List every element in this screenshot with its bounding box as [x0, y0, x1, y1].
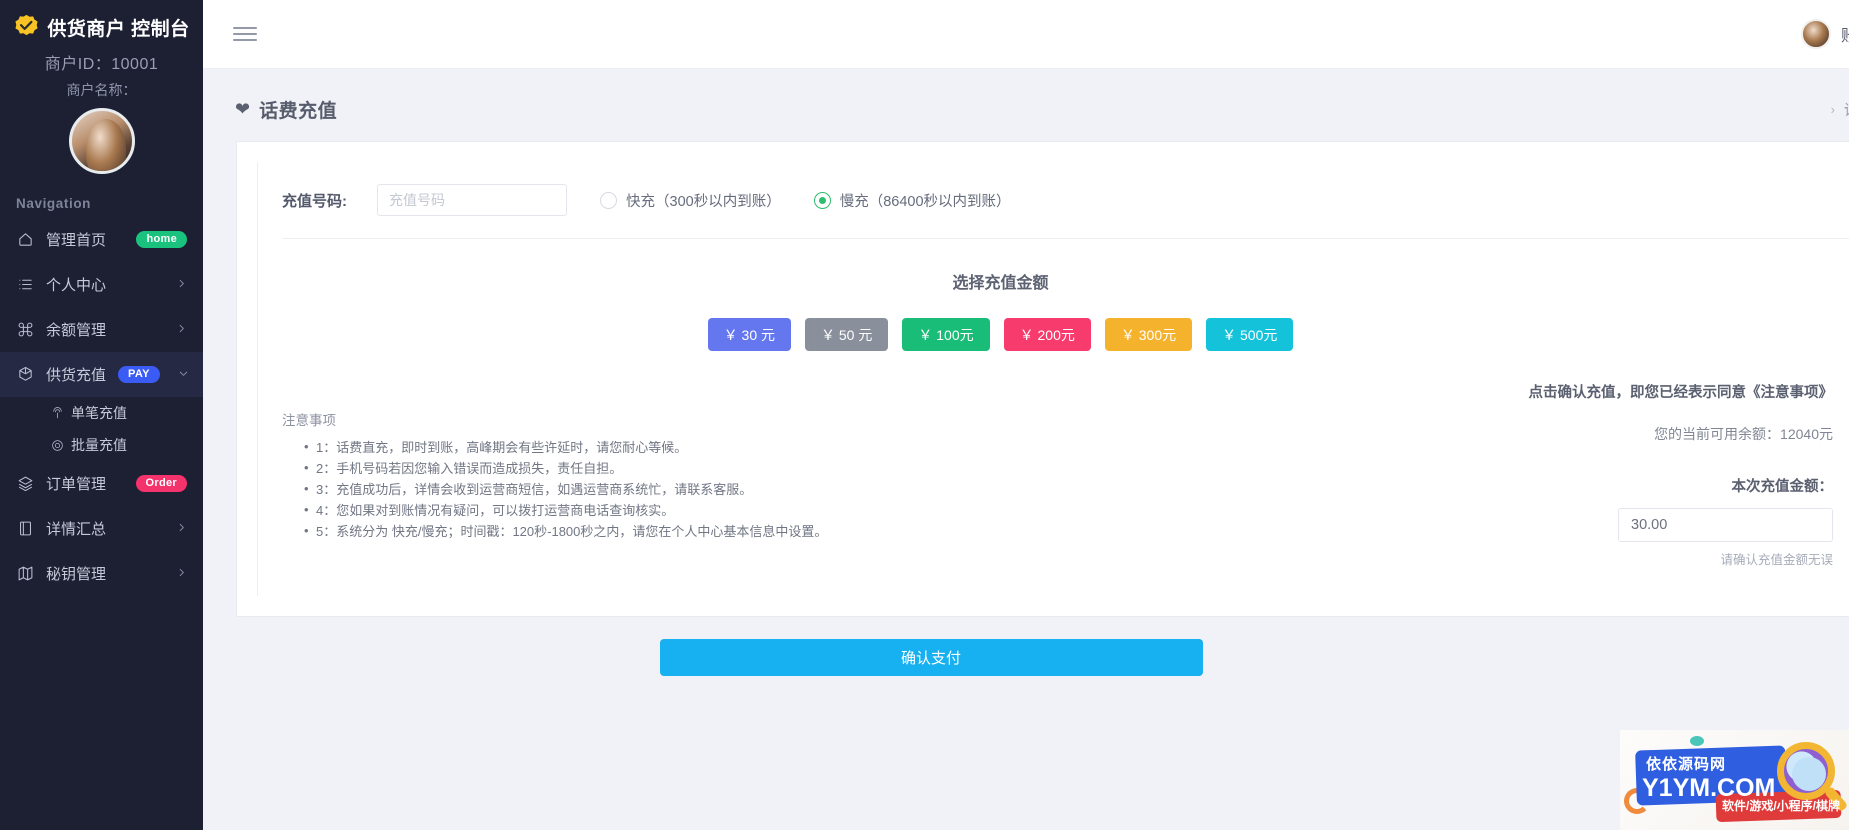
- topbar: 账户信: [203, 0, 1849, 69]
- sidebar-item-detail-summary[interactable]: 详情汇总: [0, 506, 203, 551]
- payment-summary: 点击确认充值，即您已经表示同意《注意事项》 您的当前可用余额：12040元 本次…: [1363, 381, 1849, 568]
- hamburger-icon[interactable]: [233, 23, 257, 45]
- list-item: 3：充值成功后，详情会收到运营商短信，如遇运营商系统忙，请联系客服。: [304, 478, 1042, 500]
- brand-title: 供货商户 控制台: [47, 18, 190, 40]
- chevron-right-icon: [176, 522, 187, 536]
- amount-section-title: 选择充值金额: [952, 275, 1049, 292]
- watermark-line3: 软件/游戏/小程序/棋牌: [1722, 799, 1841, 813]
- watermark-deco-dot: [1690, 736, 1704, 746]
- sidebar-item-label: 秘钥管理: [46, 566, 107, 583]
- list-item: 5：系统分为 快充/慢充；时间戳：120秒-1800秒之内，请您在个人中心基本信…: [304, 520, 1042, 542]
- speed-option-label: 慢充（86400秒以内到账）: [839, 193, 1011, 210]
- sidebar-item-home[interactable]: 管理首页 home: [0, 217, 203, 262]
- book-icon: [16, 520, 34, 538]
- sidebar-item-label: 详情汇总: [46, 521, 107, 538]
- chevron-right-icon: [176, 323, 187, 337]
- list-item: 1：话费直充，即时到账，高峰期会有些许延时，请您耐心等候。: [304, 436, 1042, 458]
- topbar-avatar[interactable]: [1800, 19, 1831, 49]
- avatar[interactable]: [68, 108, 135, 174]
- sidebar: 供货商户 控制台 商户ID：10001 商户名称： Navigation 管理首…: [0, 0, 203, 830]
- sidebar-subitem-label: 批量充值: [71, 437, 127, 453]
- sidebar-item-key-management[interactable]: 秘钥管理: [0, 551, 203, 596]
- list-item: 2：手机号码若因您输入错误而造成损失，责任自担。: [304, 457, 1042, 479]
- list-icon: [16, 276, 34, 294]
- bottom-area: 注意事项 1：话费直充，即时到账，高峰期会有些许延时，请您耐心等候。 2：手机号…: [258, 351, 1849, 596]
- layers-icon: [16, 475, 34, 493]
- watermark: 依依源码网 Y1YM.COM 软件/游戏/小程序/棋牌: [1620, 730, 1849, 830]
- chevron-down-icon: [178, 368, 189, 382]
- box-icon: [16, 366, 34, 384]
- sidebar-item-label: 订单管理: [46, 476, 107, 493]
- target-icon: [50, 438, 64, 452]
- speed-option-slow[interactable]: 慢充（86400秒以内到账）: [813, 190, 1011, 211]
- notice-block: 注意事项 1：话费直充，即时到账，高峰期会有些许延时，请您耐心等候。 2：手机号…: [282, 381, 1042, 568]
- recharge-amount-input[interactable]: [1618, 508, 1833, 542]
- speed-option-fast[interactable]: 快充（300秒以内到账）: [600, 190, 781, 211]
- sidebar-item-orders[interactable]: 订单管理 Order: [0, 461, 203, 506]
- radio-slow[interactable]: [813, 191, 831, 209]
- notice-title: 注意事项: [282, 413, 336, 428]
- amount-button-500[interactable]: ￥ 500元: [1206, 318, 1294, 351]
- heart-icon: ❤: [235, 99, 251, 119]
- page-title: ❤ 话费充值: [235, 96, 337, 123]
- sidebar-item-label: 个人中心: [46, 277, 107, 294]
- amount-button-50[interactable]: ￥ 50 元: [805, 318, 889, 351]
- submit-wrap: 确认支付: [203, 617, 1849, 676]
- sidebar-subitem-batch-recharge[interactable]: 批量充值: [0, 429, 203, 461]
- sidebar-item-personal-center[interactable]: 个人中心: [0, 262, 203, 307]
- phone-form-row: 充值号码: 快充（300秒以内到账） 慢充（86400秒以内到账）: [258, 162, 1849, 238]
- phone-label: 充值号码:: [282, 192, 347, 210]
- status-badge: home: [136, 231, 187, 248]
- amount-button-300[interactable]: ￥ 300元: [1104, 318, 1193, 351]
- recharge-amount-label: 本次充值金额：: [1731, 479, 1834, 495]
- home-icon: [16, 231, 34, 249]
- merchant-name: 商户名称：: [66, 82, 137, 98]
- amount-button-200[interactable]: ￥ 200元: [1003, 318, 1091, 351]
- chevron-right-icon: ›: [1830, 101, 1835, 117]
- map-icon: [16, 565, 34, 583]
- radio-fast[interactable]: [600, 191, 617, 209]
- brand-logo-icon: [13, 14, 40, 41]
- amount-buttons: ￥ 30 元 ￥ 50 元 ￥ 100元 ￥ 200元 ￥ 300元 ￥ 500…: [203, 293, 1849, 351]
- chevron-right-icon: [176, 567, 187, 581]
- breadcrumb-current: 话费充: [1844, 99, 1849, 120]
- sidebar-item-label: 管理首页: [46, 232, 107, 249]
- sidebar-item-balance[interactable]: 余额管理: [0, 307, 203, 352]
- sidebar-item-label: 供货充值: [46, 367, 107, 384]
- list-item: 4：您如果对到账情况有疑问，可以拨打运营商电话查询核实。: [304, 499, 1042, 521]
- broadcast-icon: [50, 406, 64, 420]
- recharge-panel: 充值号码: 快充（300秒以内到账） 慢充（86400秒以内到账） 选择充值金额…: [257, 162, 1849, 596]
- speed-option-label: 快充（300秒以内到账）: [626, 193, 781, 210]
- nav-section-label: Navigation: [16, 196, 92, 211]
- confirm-payment-button[interactable]: 确认支付: [659, 639, 1203, 676]
- merchant-id: 商户ID：10001: [44, 56, 159, 73]
- notice-list: 1：话费直充，即时到账，高峰期会有些许延时，请您耐心等候。 2：手机号码若因您输…: [282, 436, 1042, 542]
- page-head: ❤ 话费充值 › 话费充: [203, 69, 1849, 127]
- topbar-user-area[interactable]: 账户信: [1800, 19, 1849, 49]
- sidebar-avatar-wrap: [0, 108, 203, 174]
- phone-input[interactable]: [377, 184, 567, 216]
- brand[interactable]: 供货商户 控制台: [0, 0, 203, 42]
- sidebar-item-supply-recharge[interactable]: 供货充值 PAY: [0, 352, 203, 397]
- recharge-card: 充值号码: 快充（300秒以内到账） 慢充（86400秒以内到账） 选择充值金额…: [236, 141, 1849, 617]
- status-badge: Order: [135, 475, 187, 492]
- amount-button-30[interactable]: ￥ 30 元: [707, 318, 791, 351]
- chevron-right-icon: [176, 278, 187, 292]
- main-area: 账户信 ❤ 话费充值 › 话费充 充值号码: 快充（300秒以内到账）: [203, 0, 1849, 830]
- page-title-text: 话费充值: [259, 100, 338, 122]
- sidebar-subitem-single-recharge[interactable]: 单笔充值: [0, 397, 203, 429]
- app-root: 供货商户 控制台 商户ID：10001 商户名称： Navigation 管理首…: [0, 0, 1849, 830]
- balance-text: 您的当前可用余额：12040元: [1654, 426, 1833, 442]
- recharge-amount-hint: 请确认充值金额无误: [1720, 553, 1833, 567]
- watermark-line1: 依依源码网: [1646, 756, 1727, 773]
- sidebar-item-label: 余额管理: [46, 322, 107, 339]
- sidebar-subitem-label: 单笔充值: [71, 405, 127, 421]
- breadcrumb: › 话费充: [1831, 99, 1849, 120]
- amount-button-100[interactable]: ￥ 100元: [902, 318, 990, 351]
- agreement-text: 点击确认充值，即您已经表示同意《注意事项》: [1528, 385, 1834, 401]
- command-icon: [16, 321, 34, 339]
- topbar-user-label: 账户信: [1840, 28, 1849, 45]
- status-badge: PAY: [118, 366, 160, 383]
